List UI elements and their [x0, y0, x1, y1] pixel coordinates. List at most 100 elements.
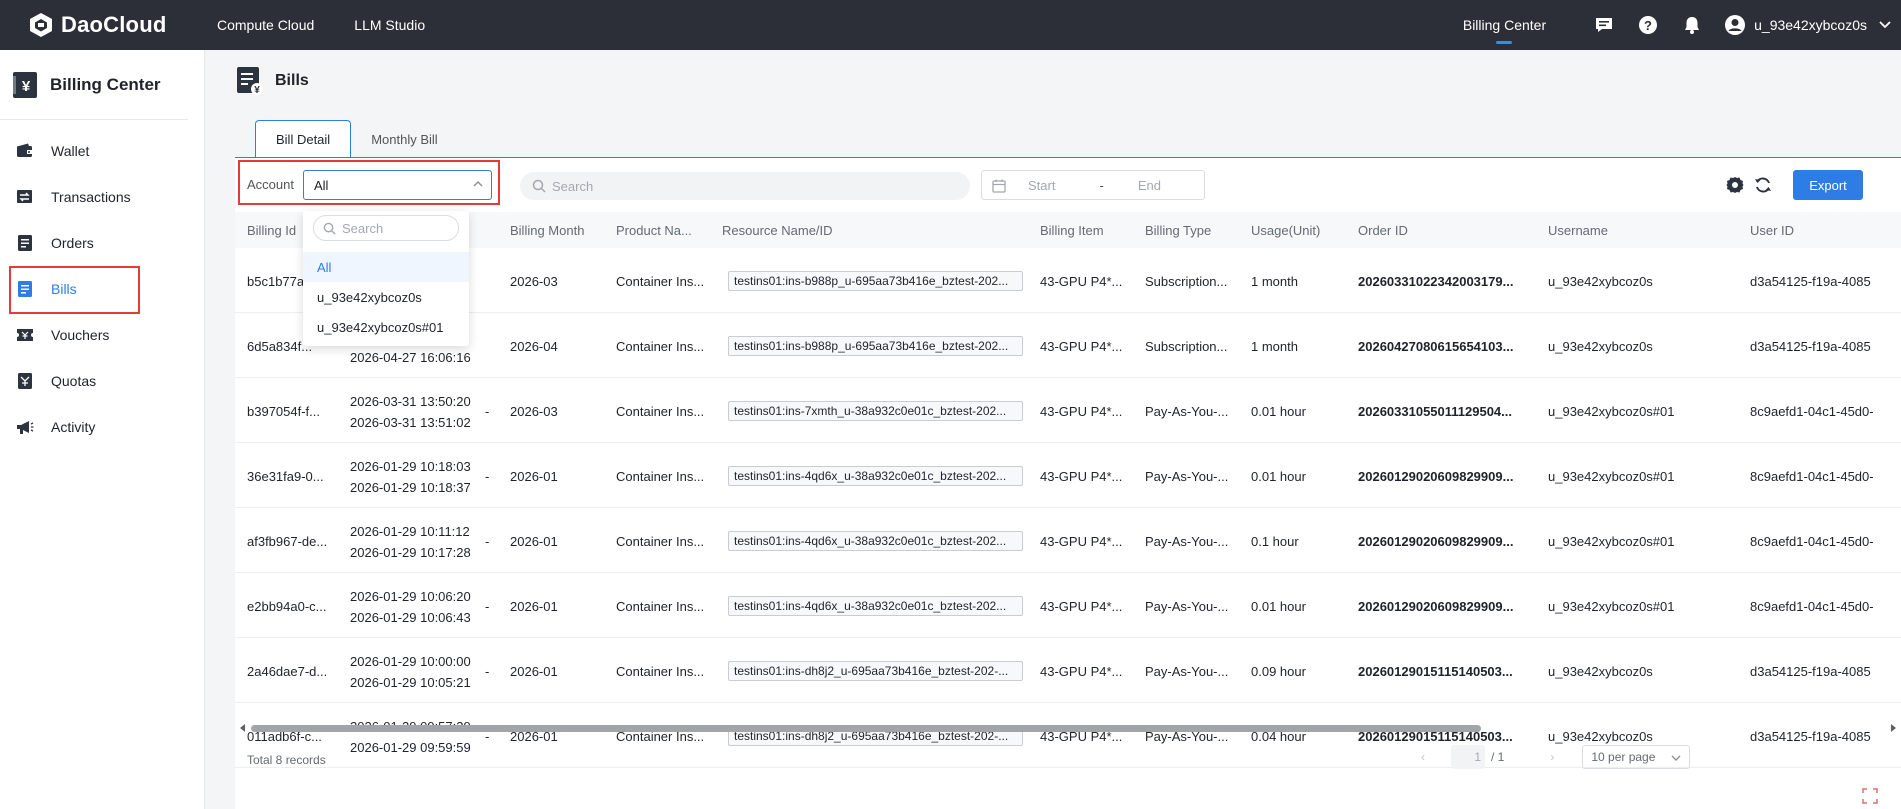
cell-billing-item: 43-GPU P4*...	[1040, 599, 1123, 614]
cell-product-name: Container Ins...	[616, 599, 705, 614]
cell-product-name: Container Ins...	[616, 469, 705, 484]
scrollbar-thumb[interactable]	[251, 725, 1481, 732]
table-row[interactable]: b397054f-f... 2026-03-31 13:50:20-2026-03…	[235, 378, 1901, 443]
column-header-billing-id[interactable]: Billing Id	[247, 223, 296, 238]
message-icon[interactable]	[1592, 13, 1616, 37]
column-header-user-id[interactable]: User ID	[1750, 223, 1794, 238]
table-footer: Total 8 records ‹ 1 / 1 › 10 per page	[235, 733, 1901, 773]
search-input[interactable]: Search	[520, 172, 970, 200]
chevron-up-icon	[473, 181, 483, 187]
wallet-icon	[15, 141, 35, 161]
account-select[interactable]: All	[303, 170, 492, 200]
cell-order-id[interactable]: 20260331055011129504...	[1358, 404, 1512, 419]
cell-billing-id[interactable]: e2bb94a0-c...	[247, 599, 329, 614]
nav-billing-center[interactable]: Billing Center	[1463, 0, 1546, 50]
scroll-right-icon[interactable]	[1889, 724, 1897, 732]
date-separator: -	[1099, 177, 1104, 193]
page-size-select[interactable]: 10 per page	[1582, 745, 1691, 769]
cell-time-end: 2026-01-29 10:18:37	[350, 480, 471, 495]
sidebar-item-vouchers[interactable]: Vouchers	[0, 312, 204, 358]
dropdown-search-input[interactable]: Search	[313, 215, 459, 241]
scroll-left-icon[interactable]	[239, 724, 247, 732]
column-header-billing-month[interactable]: Billing Month	[510, 223, 584, 238]
gear-icon[interactable]	[1725, 175, 1745, 195]
refresh-icon[interactable]	[1753, 175, 1773, 195]
cell-billing-id[interactable]: 2a46dae7-d...	[247, 664, 329, 679]
nav-compute-cloud[interactable]: Compute Cloud	[217, 17, 314, 33]
column-header-resource-name[interactable]: Resource Name/ID	[722, 223, 833, 238]
nav-llm-studio[interactable]: LLM Studio	[354, 17, 425, 33]
brand-logo[interactable]: DaoCloud	[27, 11, 217, 39]
page-number-input[interactable]: 1	[1451, 745, 1485, 769]
table-row[interactable]: b5c1b77a... 2026-03 Container Ins... testin…	[235, 248, 1901, 313]
help-icon[interactable]: ?	[1636, 13, 1660, 37]
date-range-picker[interactable]: Start - End	[981, 170, 1205, 200]
cell-order-id[interactable]: 20260129015115140503...	[1358, 664, 1513, 679]
bell-icon[interactable]	[1680, 13, 1704, 37]
cell-billing-id[interactable]: 36e31fa9-0...	[247, 469, 329, 484]
table-row[interactable]: 6d5a834f... 2026-04-27 16:06:16 2026-04 Con…	[235, 313, 1901, 378]
cell-user-id: d3a54125-f19a-4085	[1750, 339, 1871, 354]
column-header-product-name[interactable]: Product Na...	[616, 223, 692, 238]
daocloud-logo-icon	[30, 13, 52, 37]
cell-time-start: 2026-01-29 10:18:03	[350, 459, 471, 474]
cell-order-id[interactable]: 20260331022342003179...	[1358, 274, 1513, 289]
column-header-billing-type[interactable]: Billing Type	[1145, 223, 1211, 238]
cell-order-id[interactable]: 20260427080615654103...	[1358, 339, 1513, 354]
cell-resource-name: testins01:ins-4qd6x_u-38a932c0e01c_bztes…	[728, 531, 1023, 551]
dropdown-option-all[interactable]: All	[303, 252, 469, 282]
cell-user-id: d3a54125-f19a-4085	[1750, 274, 1871, 289]
cell-time-start: 2026-01-29 10:00:00	[350, 654, 471, 669]
sidebar-item-activity[interactable]: Activity	[0, 404, 204, 450]
cell-billing-item: 43-GPU P4*...	[1040, 274, 1123, 289]
calendar-icon	[992, 179, 1006, 193]
sidebar-item-orders[interactable]: Orders	[0, 220, 204, 266]
vouchers-icon	[15, 325, 35, 345]
main-content: ¥ Bills Bill Detail Monthly Bill Account…	[205, 50, 1901, 809]
dropdown-option-user-01[interactable]: u_93e42xybcoz0s#01	[303, 312, 469, 342]
cell-billing-item: 43-GPU P4*...	[1040, 664, 1123, 679]
cell-order-id[interactable]: 20260129020609829909...	[1358, 469, 1513, 484]
cell-billing-id[interactable]: af3fb967-de...	[247, 534, 329, 549]
sidebar-item-label: Vouchers	[51, 327, 110, 343]
user-menu[interactable]: u_93e42xybcoz0s	[1724, 14, 1891, 36]
prev-page-icon[interactable]: ‹	[1415, 750, 1431, 764]
tab-bar: Bill Detail Monthly Bill	[255, 120, 458, 158]
cell-order-id[interactable]: 20260129020609829909...	[1358, 534, 1513, 549]
cell-billing-id[interactable]: b397054f-f...	[247, 404, 329, 419]
account-dropdown: Search All u_93e42xybcoz0s u_93e42xybcoz…	[303, 211, 469, 346]
sidebar-item-transactions[interactable]: Transactions	[0, 174, 204, 220]
column-header-usage[interactable]: Usage(Unit)	[1251, 223, 1320, 238]
sidebar-item-wallet[interactable]: Wallet	[0, 128, 204, 174]
horizontal-scrollbar[interactable]	[235, 721, 1901, 733]
dropdown-option-user[interactable]: u_93e42xybcoz0s	[303, 282, 469, 312]
sidebar-item-quotas[interactable]: Quotas	[0, 358, 204, 404]
svg-text:?: ?	[1644, 18, 1652, 33]
cell-order-id[interactable]: 20260129020609829909...	[1358, 599, 1513, 614]
top-nav: Compute Cloud LLM Studio	[217, 17, 425, 33]
table-row[interactable]: e2bb94a0-c... 2026-01-29 10:06:20-2026-01…	[235, 573, 1901, 638]
export-button[interactable]: Export	[1793, 170, 1863, 200]
chevron-down-icon	[1879, 21, 1891, 29]
sidebar-title: ¥ Billing Center	[0, 50, 188, 120]
tab-monthly-bill[interactable]: Monthly Bill	[351, 120, 457, 158]
table-row[interactable]: af3fb967-de... 2026-01-29 10:11:12-2026-0…	[235, 508, 1901, 573]
column-header-billing-item[interactable]: Billing Item	[1040, 223, 1104, 238]
sidebar-item-bills[interactable]: Bills	[0, 266, 204, 314]
date-end: End	[1137, 177, 1161, 193]
avatar-icon	[1725, 15, 1746, 35]
table-row[interactable]: 2a46dae7-d... 2026-01-29 10:00:00-2026-01…	[235, 638, 1901, 703]
cell-billing-type: Pay-As-You-...	[1145, 469, 1229, 484]
cell-billing-item: 43-GPU P4*...	[1040, 469, 1123, 484]
cell-billing-month: 2026-03	[510, 404, 558, 419]
next-page-icon[interactable]: ›	[1544, 750, 1560, 764]
cell-username: u_93e42xybcoz0s#01	[1548, 599, 1675, 614]
cell-time-dash: -	[485, 534, 490, 549]
column-header-username[interactable]: Username	[1548, 223, 1608, 238]
activity-icon	[15, 417, 35, 437]
column-header-order-id[interactable]: Order ID	[1358, 223, 1408, 238]
tab-bill-detail[interactable]: Bill Detail	[255, 120, 352, 158]
expand-corner-icon[interactable]	[1862, 788, 1878, 804]
table-row[interactable]: 36e31fa9-0... 2026-01-29 10:18:03-2026-01…	[235, 443, 1901, 508]
billing-center-icon: ¥	[13, 71, 37, 98]
